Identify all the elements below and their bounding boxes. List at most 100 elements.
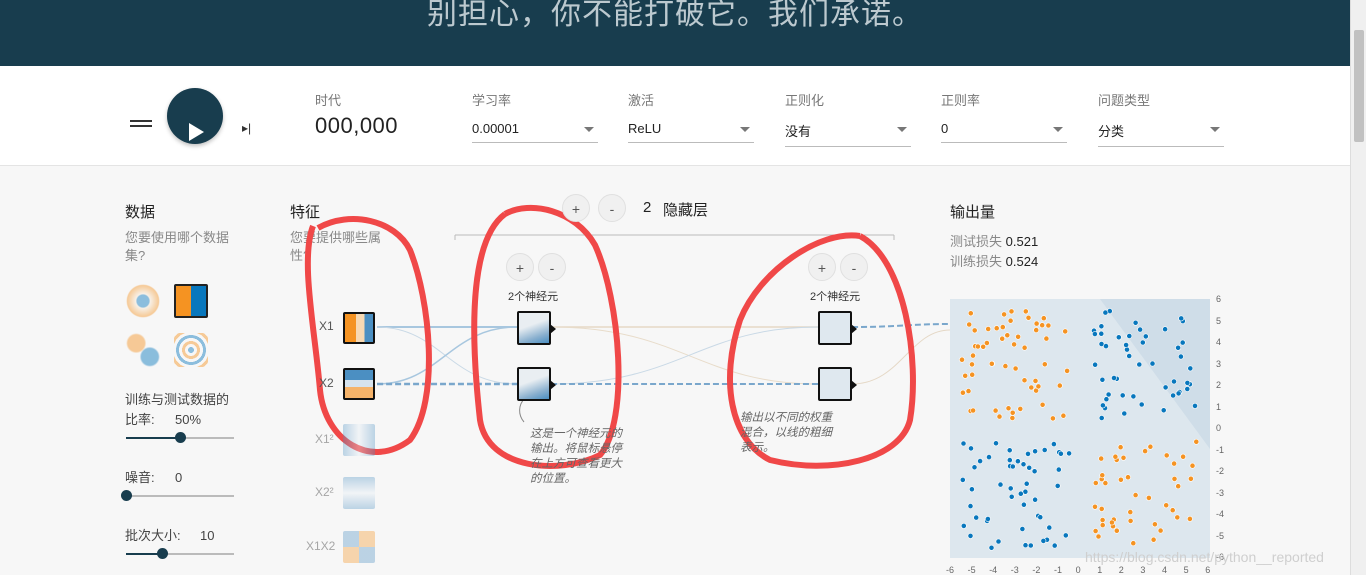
x-tick: 0 <box>1075 565 1081 575</box>
data-point <box>1032 496 1038 503</box>
data-point <box>1092 528 1099 534</box>
feature-x1[interactable] <box>343 312 375 344</box>
data-point <box>1102 309 1109 316</box>
data-point <box>1032 378 1039 384</box>
layer2-remove-neuron-button[interactable]: - <box>840 253 868 281</box>
data-point <box>1025 450 1031 457</box>
scrollbar-thumb[interactable] <box>1354 30 1364 142</box>
data-point <box>1020 461 1027 468</box>
data-point <box>1124 346 1130 353</box>
neuron-l1-1[interactable] <box>517 311 556 345</box>
data-point <box>1025 314 1032 321</box>
neuron-l2-2[interactable] <box>818 367 857 401</box>
y-tick: 1 <box>1216 401 1222 412</box>
data-point <box>960 522 967 529</box>
data-point <box>1091 331 1098 337</box>
data-point <box>1027 542 1034 549</box>
data-point <box>1137 326 1143 333</box>
watermark: https://blog.csdn.net/python__reported <box>1085 549 1324 565</box>
data-point <box>1117 476 1124 483</box>
data-point <box>1012 365 1019 372</box>
data-point <box>997 481 1004 488</box>
x-tick: 2 <box>1118 565 1124 575</box>
y-tick: -3 <box>1216 487 1225 498</box>
x-tick: 1 <box>1097 565 1103 575</box>
data-point <box>1099 402 1106 409</box>
data-point <box>970 407 976 414</box>
data-point <box>1138 401 1145 408</box>
x-tick: -3 <box>1010 565 1019 575</box>
data-point <box>1099 376 1106 383</box>
data-point <box>1099 472 1106 479</box>
data-point <box>1112 453 1119 460</box>
data-point <box>993 440 999 447</box>
data-point <box>1021 344 1028 351</box>
data-point <box>1142 333 1149 340</box>
output-plot[interactable] <box>950 299 1210 558</box>
data-point <box>1132 319 1139 326</box>
remove-layer-button[interactable]: - <box>598 194 626 222</box>
data-point <box>996 413 1003 420</box>
add-layer-button[interactable]: + <box>562 194 590 222</box>
data-point <box>1127 509 1134 515</box>
data-point <box>995 538 1002 545</box>
neuron-l1-2[interactable] <box>517 367 556 401</box>
data-point <box>999 335 1006 342</box>
feature-x2-squared[interactable] <box>343 477 375 509</box>
feature-x2sq-label: X2² <box>315 485 334 499</box>
data-point <box>959 389 966 396</box>
data-point <box>992 407 999 414</box>
data-point <box>1008 493 1015 500</box>
data-point <box>960 440 967 447</box>
data-point <box>1189 462 1196 469</box>
data-point <box>1169 507 1176 514</box>
output-title: 输出量 <box>950 204 996 221</box>
data-point <box>1009 463 1016 470</box>
feature-x2[interactable] <box>343 368 375 400</box>
data-point <box>1022 308 1029 315</box>
data-point <box>999 324 1006 330</box>
data-point <box>1180 453 1186 460</box>
data-point <box>1187 365 1194 372</box>
feature-x2-label: X2 <box>319 376 334 390</box>
data-point <box>1058 450 1064 457</box>
y-tick: 6 <box>1216 294 1222 304</box>
x-tick: -4 <box>989 565 998 575</box>
data-point <box>1033 327 1040 333</box>
feature-x1x2[interactable] <box>343 531 375 563</box>
data-point <box>1098 505 1105 512</box>
data-point <box>1184 380 1191 386</box>
data-point <box>967 310 974 317</box>
data-point <box>1031 468 1038 475</box>
data-point <box>1099 522 1106 528</box>
hidden-layer-label: 隐藏层 <box>663 202 709 219</box>
data-point <box>965 388 972 394</box>
data-point <box>1064 368 1070 374</box>
hidden-layer-count: 2 <box>643 199 652 216</box>
data-point <box>1098 415 1105 421</box>
data-point <box>966 321 973 328</box>
data-point <box>1092 503 1098 510</box>
layer1-neuron-count: 2个神经元 <box>508 291 559 303</box>
layer2-add-neuron-button[interactable]: + <box>808 253 836 281</box>
data-point <box>1115 334 1122 341</box>
data-point <box>1009 409 1016 416</box>
data-point <box>1062 532 1069 539</box>
data-point <box>1125 474 1131 481</box>
data-point <box>1098 455 1105 462</box>
data-point <box>1151 521 1158 528</box>
data-point <box>1170 392 1176 399</box>
data-point <box>962 372 969 379</box>
data-point <box>1157 527 1164 534</box>
layer1-remove-neuron-button[interactable]: - <box>538 253 566 281</box>
x-tick: 4 <box>1162 565 1168 575</box>
neuron-l2-1[interactable] <box>818 311 857 345</box>
feature-x1-squared[interactable] <box>343 424 375 456</box>
x-tick: -5 <box>967 565 976 575</box>
data-point <box>985 326 992 332</box>
data-point <box>959 356 965 363</box>
data-point <box>1126 333 1133 339</box>
data-point <box>974 343 981 350</box>
layer1-add-neuron-button[interactable]: + <box>506 253 534 281</box>
page-scrollbar[interactable] <box>1350 0 1366 575</box>
